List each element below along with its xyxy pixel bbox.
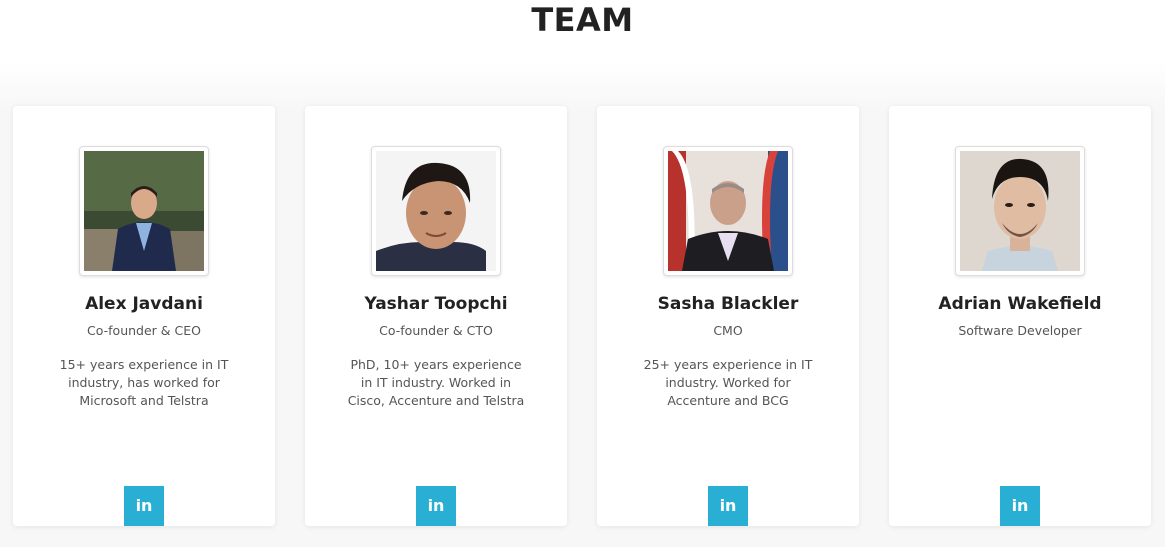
- portrait-photo-icon: [84, 151, 204, 271]
- portrait-photo-icon: [668, 151, 788, 271]
- team-page: TEAM Alex Javdani Co-founder & CEO 15+ y…: [0, 0, 1165, 547]
- linkedin-button[interactable]: in: [1000, 486, 1040, 526]
- member-photo: [955, 146, 1085, 276]
- portrait-photo-icon: [960, 151, 1080, 271]
- member-name: Sasha Blackler: [657, 294, 799, 314]
- linkedin-icon: in: [427, 496, 445, 515]
- section-title: TEAM: [531, 1, 634, 39]
- portrait-photo-icon: [376, 151, 496, 271]
- member-name: Alex Javdani: [85, 294, 203, 314]
- team-member-card: Adrian Wakefield Software Developer in: [889, 106, 1151, 526]
- member-role: Co-founder & CEO: [87, 323, 201, 338]
- member-role: Software Developer: [958, 323, 1082, 338]
- member-bio: 15+ years experience in IT industry, has…: [59, 357, 229, 408]
- linkedin-icon: in: [1011, 496, 1029, 515]
- member-photo: [663, 146, 793, 276]
- team-member-card: Yashar Toopchi Co-founder & CTO PhD, 10+…: [305, 106, 567, 526]
- member-role: Co-founder & CTO: [379, 323, 493, 338]
- team-cards: Alex Javdani Co-founder & CEO 15+ years …: [13, 106, 1151, 526]
- member-bio: PhD, 10+ years experience in IT industry…: [347, 357, 525, 408]
- member-name: Yashar Toopchi: [364, 294, 508, 314]
- linkedin-button[interactable]: in: [416, 486, 456, 526]
- linkedin-icon: in: [135, 496, 153, 515]
- linkedin-icon: in: [719, 496, 737, 515]
- member-role: CMO: [713, 323, 743, 338]
- member-bio: 25+ years experience in IT industry. Wor…: [643, 357, 813, 408]
- member-name: Adrian Wakefield: [938, 294, 1102, 314]
- linkedin-button[interactable]: in: [708, 486, 748, 526]
- member-photo: [79, 146, 209, 276]
- linkedin-button[interactable]: in: [124, 486, 164, 526]
- team-member-card: Sasha Blackler CMO 25+ years experience …: [597, 106, 859, 526]
- member-photo: [371, 146, 501, 276]
- team-member-card: Alex Javdani Co-founder & CEO 15+ years …: [13, 106, 275, 526]
